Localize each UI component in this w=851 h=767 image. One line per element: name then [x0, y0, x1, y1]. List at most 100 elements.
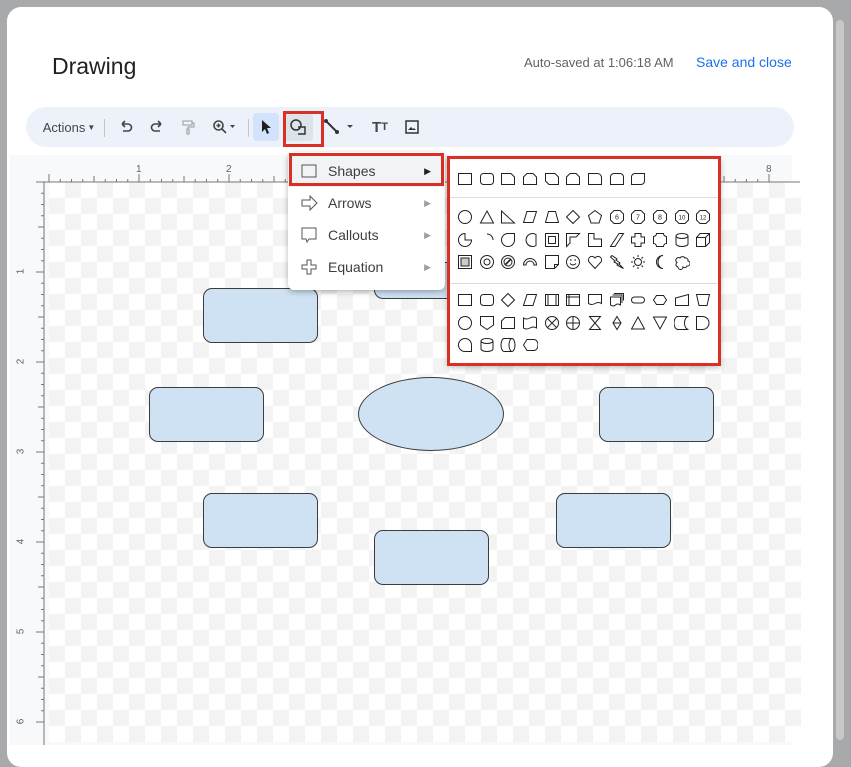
shape-plaque-icon[interactable]	[649, 230, 671, 250]
ruler-number: 5	[15, 628, 27, 635]
shape-card-icon[interactable]	[497, 313, 519, 333]
shape-can-icon[interactable]	[671, 230, 693, 250]
shape-nosym-icon[interactable]	[497, 252, 519, 272]
insert-shape-menu: Shapes ▶ Arrows ▶ Callouts ▶ Equation ▶	[288, 152, 445, 290]
ellipse[interactable]	[358, 377, 504, 451]
shape-collate-icon[interactable]	[584, 313, 606, 333]
shape-7-icon[interactable]: 7	[628, 207, 650, 227]
shape-tape-icon[interactable]	[519, 313, 541, 333]
shape-seqaccess-icon[interactable]	[454, 335, 476, 355]
shape-snipround-icon[interactable]	[562, 169, 584, 189]
shape-10-icon[interactable]: 10	[671, 207, 693, 227]
shape-or-icon[interactable]	[562, 313, 584, 333]
ruler-number: 3	[15, 448, 27, 455]
shape-lshape-icon[interactable]	[584, 230, 606, 250]
shape-manop-icon[interactable]	[693, 290, 715, 310]
shape-smiley-icon[interactable]	[562, 252, 584, 272]
shape-halfframe-icon[interactable]	[562, 230, 584, 250]
shape-offpage-icon[interactable]	[476, 313, 498, 333]
menu-label: Callouts	[328, 227, 379, 243]
ruler-number: 4	[15, 538, 27, 545]
menu-item-arrows[interactable]: Arrows ▶	[288, 187, 445, 219]
shape-arc-icon[interactable]	[476, 230, 498, 250]
svg-text:6: 6	[615, 215, 619, 222]
shape-oval-icon[interactable]	[454, 313, 476, 333]
menu-label: Equation	[328, 259, 384, 275]
shape-terminator-icon[interactable]	[628, 290, 650, 310]
shape-cloud-icon[interactable]	[671, 252, 693, 272]
shape-predef-icon[interactable]	[541, 290, 563, 310]
shape-delay-icon[interactable]	[693, 313, 715, 333]
shape-sun-icon[interactable]	[628, 252, 650, 272]
menu-item-shapes[interactable]: Shapes ▶	[288, 155, 445, 187]
shape-stored-icon[interactable]	[671, 313, 693, 333]
shape-heart-icon[interactable]	[584, 252, 606, 272]
rounded-rectangle[interactable]	[374, 530, 489, 585]
shape-prep-icon[interactable]	[649, 290, 671, 310]
rounded-rectangle[interactable]	[203, 288, 318, 343]
shape-oval-icon[interactable]	[454, 207, 476, 227]
ruler-number: 1	[15, 268, 27, 275]
palette-row	[454, 313, 714, 333]
shape-sort-icon[interactable]	[606, 313, 628, 333]
shape-donut-icon[interactable]	[476, 252, 498, 272]
shape-moon-icon[interactable]	[649, 252, 671, 272]
shape-internal-icon[interactable]	[562, 290, 584, 310]
shape-diagstripe-icon[interactable]	[606, 230, 628, 250]
shape-multidoc-icon[interactable]	[606, 290, 628, 310]
palette-row	[454, 290, 714, 310]
shape-folded-icon[interactable]	[541, 252, 563, 272]
shape-round-icon[interactable]	[476, 169, 498, 189]
shape-manual-icon[interactable]	[671, 290, 693, 310]
shape-snip1-icon[interactable]	[497, 169, 519, 189]
shape-pent-icon[interactable]	[584, 207, 606, 227]
shape-cube-icon[interactable]	[693, 230, 715, 250]
shape-blockarc-icon[interactable]	[519, 252, 541, 272]
shape-bevel-icon[interactable]	[454, 252, 476, 272]
callout-icon	[301, 227, 319, 243]
shape-cross-icon[interactable]	[628, 230, 650, 250]
shape-snipdiag-icon[interactable]	[541, 169, 563, 189]
plus-icon	[301, 259, 319, 275]
shape-8-icon[interactable]: 8	[649, 207, 671, 227]
shape-rsame-icon[interactable]	[606, 169, 628, 189]
shape-tear-icon[interactable]	[497, 230, 519, 250]
shape-pie-icon[interactable]	[454, 230, 476, 250]
menu-item-callouts[interactable]: Callouts ▶	[288, 219, 445, 251]
rounded-rectangle[interactable]	[599, 387, 714, 442]
shape-chord-icon[interactable]	[519, 230, 541, 250]
shape-para-icon[interactable]	[519, 207, 541, 227]
shape-bolt-icon[interactable]	[606, 252, 628, 272]
menu-item-equation[interactable]: Equation ▶	[288, 251, 445, 283]
shape-rect-icon[interactable]	[454, 290, 476, 310]
shape-rdiag-icon[interactable]	[628, 169, 650, 189]
shape-snip2-icon[interactable]	[519, 169, 541, 189]
rounded-rectangle[interactable]	[203, 493, 318, 548]
shape-trap-icon[interactable]	[541, 207, 563, 227]
square-icon	[301, 163, 319, 179]
rounded-rectangle[interactable]	[149, 387, 264, 442]
shape-diamond-icon[interactable]	[562, 207, 584, 227]
shape-para-icon[interactable]	[519, 290, 541, 310]
ruler-number: 2	[226, 164, 232, 175]
shape-sumjunc-icon[interactable]	[541, 313, 563, 333]
shape-tri-icon[interactable]	[476, 207, 498, 227]
svg-text:7: 7	[636, 215, 640, 222]
shape-rect-icon[interactable]	[454, 169, 476, 189]
shapes-palette: 6 7 8 10 12	[448, 157, 720, 365]
shape-can-icon[interactable]	[476, 335, 498, 355]
shape-direct-icon[interactable]	[497, 335, 519, 355]
shape-rsingle-icon[interactable]	[584, 169, 606, 189]
shape-document-icon[interactable]	[584, 290, 606, 310]
shape-6-icon[interactable]: 6	[606, 207, 628, 227]
rounded-rectangle[interactable]	[556, 493, 671, 548]
shape-invtri-icon[interactable]	[649, 313, 671, 333]
shape-display-icon[interactable]	[519, 335, 541, 355]
shape-diamond-icon[interactable]	[497, 290, 519, 310]
shape-round-icon[interactable]	[476, 290, 498, 310]
shape-frame-icon[interactable]	[541, 230, 563, 250]
divider	[448, 197, 720, 198]
shape-12-icon[interactable]: 12	[693, 207, 715, 227]
shape-rtri-icon[interactable]	[497, 207, 519, 227]
shape-tri-icon[interactable]	[628, 313, 650, 333]
